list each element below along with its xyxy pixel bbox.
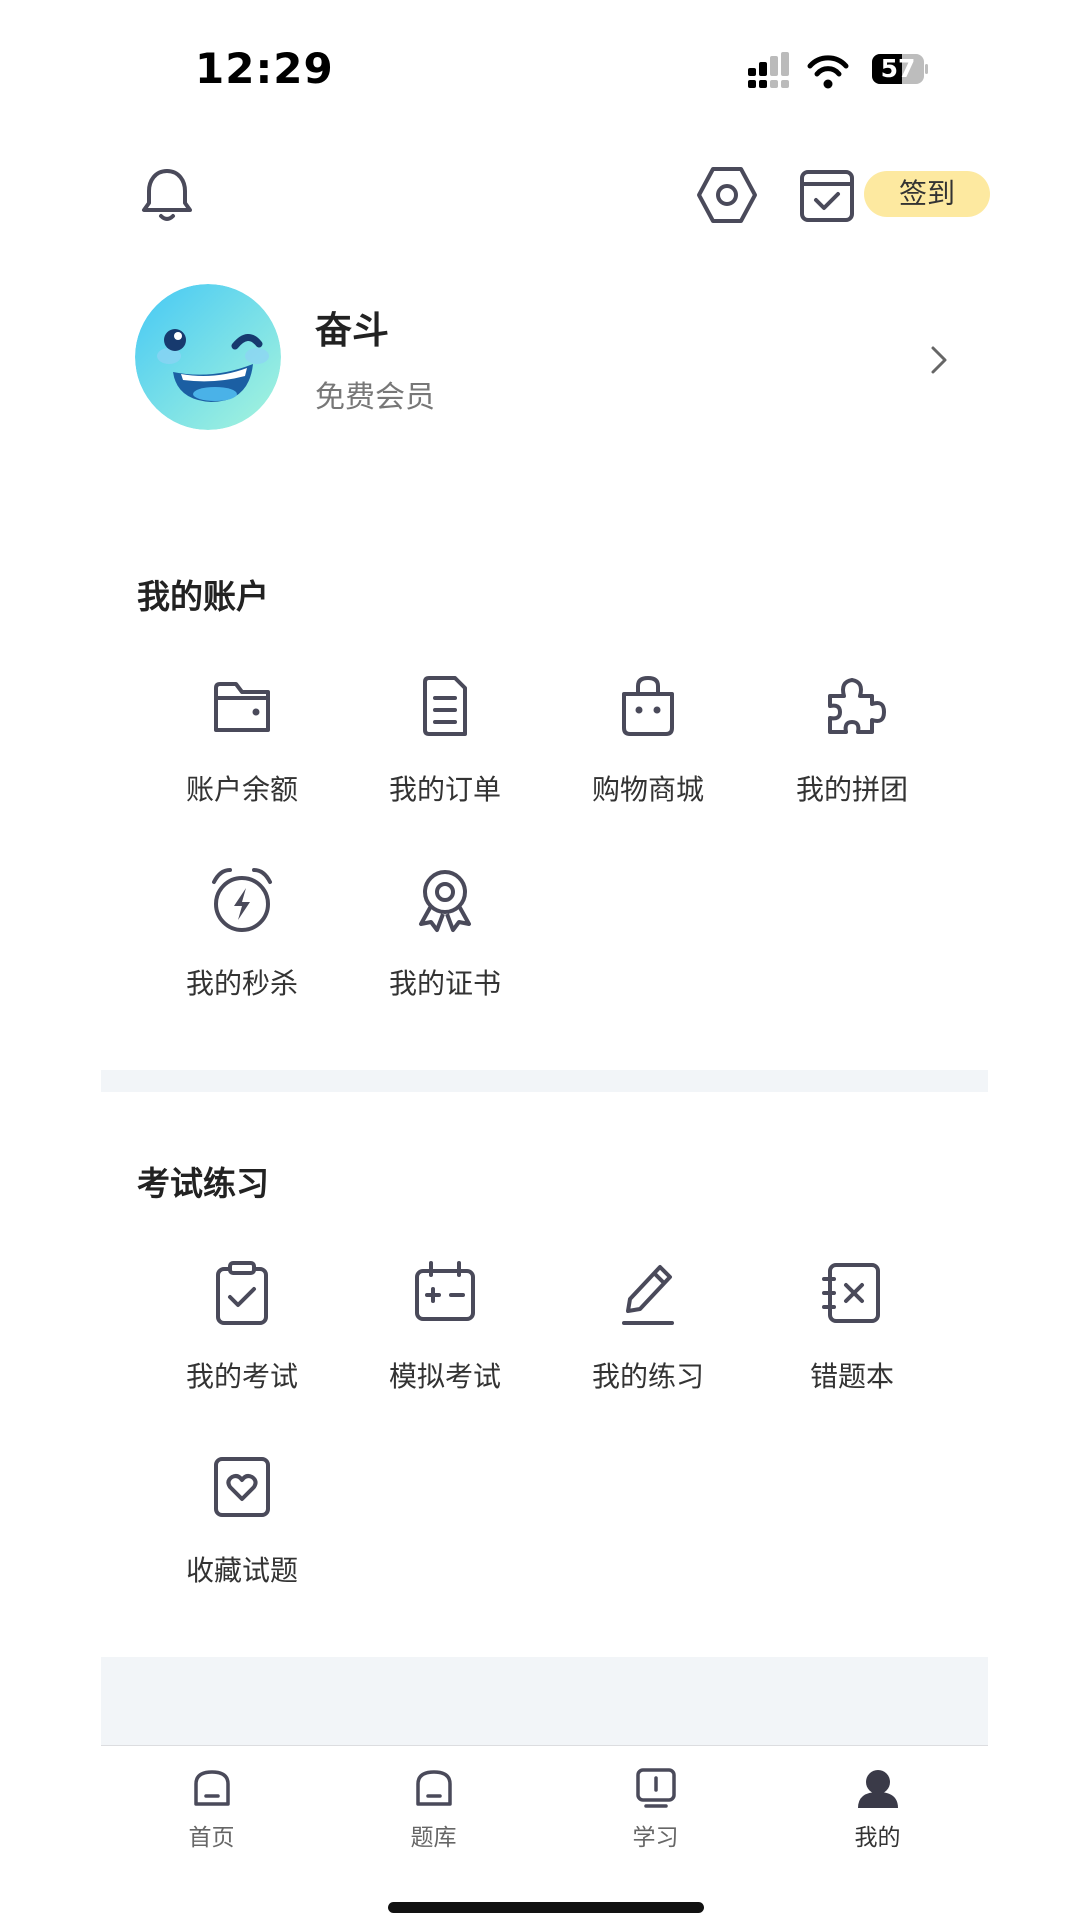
tab-label: 题库 xyxy=(410,1825,457,1851)
tab-home[interactable]: 首页 xyxy=(101,1764,322,1852)
checkin-calendar-icon[interactable] xyxy=(798,166,856,224)
tab-bar: 首页 题库 学习 我的 xyxy=(101,1745,988,1866)
grid-item-favorites[interactable]: 收藏试题 xyxy=(157,1449,327,1589)
notification-bell-icon[interactable] xyxy=(135,163,199,227)
grid-item-shop[interactable]: 购物商城 xyxy=(563,668,733,808)
home-indicator xyxy=(388,1902,704,1913)
shopping-bag-icon xyxy=(622,675,674,736)
grid-item-flash-sale[interactable]: 我的秒杀 xyxy=(157,862,327,1002)
battery-icon: 57 xyxy=(872,54,928,84)
question-bank-icon xyxy=(415,1770,452,1806)
order-document-icon xyxy=(423,676,467,736)
battery-level: 57 xyxy=(880,54,916,83)
grid-label: 收藏试题 xyxy=(185,1554,298,1587)
grid-label: 账户余额 xyxy=(185,773,298,806)
home-icon xyxy=(193,1770,230,1806)
grid-item-certificate[interactable]: 我的证书 xyxy=(360,862,530,1002)
tab-profile[interactable]: 我的 xyxy=(767,1764,988,1852)
wifi-icon xyxy=(807,55,849,89)
grid-label: 购物商城 xyxy=(591,773,704,806)
grid-label: 我的证书 xyxy=(388,967,501,1000)
certificate-badge-icon xyxy=(419,870,471,932)
grid-item-orders[interactable]: 我的订单 xyxy=(360,668,530,808)
grid-item-my-exams[interactable]: 我的考试 xyxy=(157,1255,327,1395)
notebook-x-icon xyxy=(822,1263,880,1323)
grid-label: 模拟考试 xyxy=(388,1360,501,1393)
checkin-button[interactable]: 签到 xyxy=(864,171,990,217)
tab-question-bank[interactable]: 题库 xyxy=(323,1764,544,1852)
profile-icon xyxy=(857,1770,898,1808)
status-icons: 57 xyxy=(748,48,928,94)
alarm-flash-icon xyxy=(212,868,272,932)
grid-label: 我的拼团 xyxy=(795,773,908,806)
tab-label: 我的 xyxy=(854,1825,901,1851)
grid-item-balance[interactable]: 账户余额 xyxy=(157,668,327,808)
grid-label: 我的订单 xyxy=(388,773,501,806)
grid-item-wrong-book[interactable]: 错题本 xyxy=(767,1255,937,1395)
grid-label: 我的考试 xyxy=(185,1360,298,1393)
status-time: 12:29 xyxy=(195,44,334,93)
membership-level: 免费会员 xyxy=(315,380,435,415)
calendar-plus-minus-icon xyxy=(415,1261,475,1321)
study-icon xyxy=(635,1768,676,1808)
section-title-account: 我的账户 xyxy=(137,577,269,616)
heart-box-icon xyxy=(214,1457,270,1517)
avatar[interactable] xyxy=(135,284,281,430)
grid-item-mock-exam[interactable]: 模拟考试 xyxy=(360,1255,530,1395)
grid-label: 错题本 xyxy=(809,1360,894,1393)
section-divider xyxy=(101,1070,988,1092)
section-title-exam: 考试练习 xyxy=(137,1164,269,1203)
section-divider xyxy=(101,1657,988,1745)
clipboard-check-icon xyxy=(216,1261,268,1325)
user-name[interactable]: 奋斗 xyxy=(315,300,389,354)
pencil-icon xyxy=(622,1265,674,1325)
grid-label: 我的秒杀 xyxy=(185,967,298,1000)
tab-study[interactable]: 学习 xyxy=(545,1764,766,1852)
grid-item-practice[interactable]: 我的练习 xyxy=(563,1255,733,1395)
grid-label: 我的练习 xyxy=(591,1360,704,1393)
tab-label: 首页 xyxy=(188,1825,235,1851)
puzzle-icon xyxy=(828,678,886,734)
tab-label: 学习 xyxy=(632,1825,679,1851)
grid-item-group-buy[interactable]: 我的拼团 xyxy=(767,668,937,808)
wallet-icon xyxy=(214,682,270,732)
settings-icon[interactable] xyxy=(695,163,759,227)
chevron-right-icon[interactable] xyxy=(925,340,953,380)
